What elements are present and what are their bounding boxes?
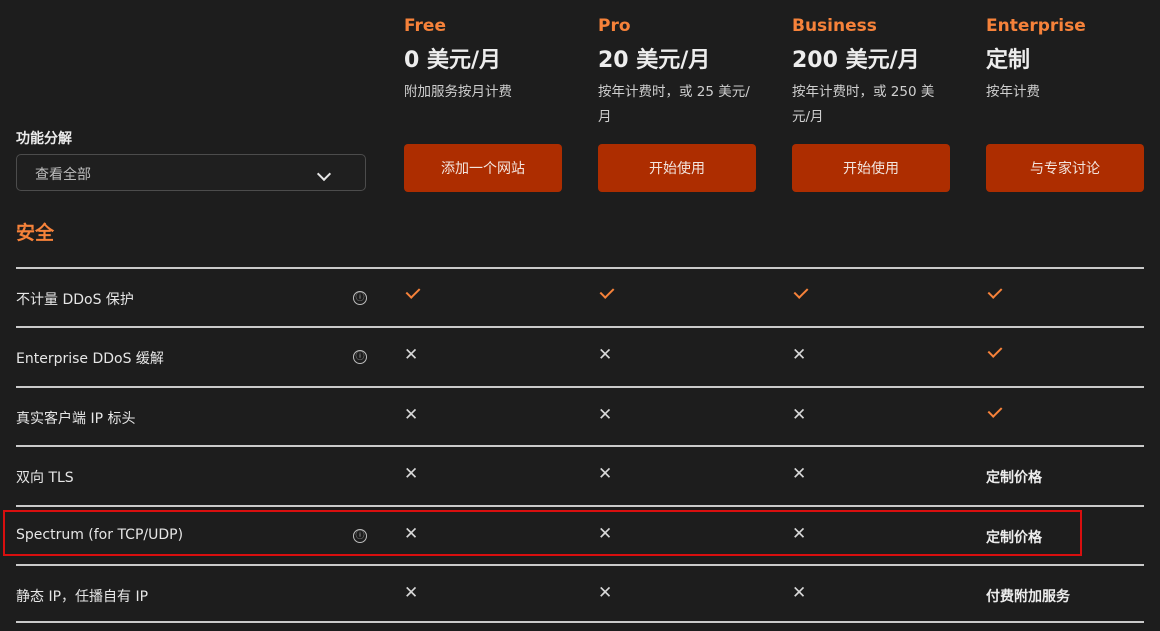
cross-icon: ✕	[792, 523, 807, 544]
plan-billing-note: 附加服务按月计费	[404, 84, 512, 100]
plan-name: Business	[792, 16, 877, 36]
plan-cell: ✕	[598, 406, 612, 424]
plan-cell: 定制价格	[986, 465, 1042, 487]
cross-icon: ✕	[404, 582, 419, 603]
feature-label: Enterprise DDoS 缓解	[16, 351, 164, 368]
feature-label: Spectrum (for TCP/UDP)	[16, 526, 184, 543]
cross-icon: ✕	[792, 464, 807, 485]
plan-price: 定制	[986, 48, 1031, 73]
plan-name: Enterprise	[986, 16, 1086, 36]
cross-icon: ✕	[404, 345, 419, 366]
section-title-security: 安全	[16, 222, 55, 244]
talk-to-expert-button[interactable]: 与专家讨论	[986, 144, 1144, 192]
feature-breakdown-label: 功能分解	[16, 131, 72, 147]
cross-icon: ✕	[792, 582, 807, 603]
get-started-pro-button[interactable]: 开始使用	[598, 144, 756, 192]
plan-cell: ✕	[792, 465, 806, 483]
check-icon	[793, 284, 809, 299]
plan-cell	[598, 284, 615, 299]
plan-cell: ✕	[792, 346, 806, 364]
table-row: Enterprise DDoS 缓解 ⓘ ✕ ✕ ✕	[16, 326, 1144, 385]
table-row: 静态 IP，任播自有 IP ✕ ✕ ✕ 付费附加服务	[16, 563, 1144, 624]
plan-cell: 定制价格	[986, 525, 1042, 547]
plan-cell	[792, 284, 809, 299]
cross-icon: ✕	[404, 464, 419, 485]
check-icon	[987, 343, 1003, 359]
plan-cell	[986, 402, 1003, 418]
plan-price: 0 美元/月	[404, 48, 502, 73]
cross-icon: ✕	[598, 404, 613, 425]
plan-cell: ✕	[598, 584, 612, 602]
plan-billing-note: 按年计费	[986, 84, 1040, 100]
plan-billing-note: 按年计费时，或 25 美元/月	[598, 84, 750, 125]
plan-cell: 付费附加服务	[986, 584, 1070, 606]
cross-icon: ✕	[404, 404, 419, 425]
plan-cell: ✕	[404, 465, 418, 483]
plan-cell: ✕	[404, 406, 418, 424]
info-icon[interactable]: ⓘ	[353, 350, 367, 365]
plan-billing-note: 按年计费时，或 250 美元/月	[792, 84, 935, 125]
table-row: 不计量 DDoS 保护 ⓘ	[16, 267, 1144, 326]
check-icon	[599, 284, 615, 299]
feature-table: 不计量 DDoS 保护 ⓘ Enterprise DDoS 缓解 ⓘ ✕ ✕ ✕ 真实客户端 …	[16, 267, 1144, 624]
info-icon[interactable]: ⓘ	[353, 291, 367, 305]
plan-price: 200 美元/月	[792, 48, 920, 73]
plan-cell: ✕	[598, 346, 612, 364]
add-site-button[interactable]: 添加一个网站	[404, 144, 562, 192]
plan-cell	[404, 284, 421, 299]
cross-icon: ✕	[598, 523, 613, 544]
info-icon[interactable]: ⓘ	[353, 528, 367, 543]
check-icon	[405, 284, 421, 299]
plan-cell: ✕	[792, 406, 806, 424]
table-row: Spectrum (for TCP/UDP) ⓘ ✕ ✕ ✕ 定制价格	[16, 504, 1144, 564]
plan-cell	[986, 343, 1003, 359]
plan-cell: ✕	[598, 465, 612, 483]
feature-filter-select[interactable]: 查看全部	[16, 154, 366, 191]
plan-cell	[986, 284, 1003, 299]
cross-icon: ✕	[598, 345, 613, 366]
check-icon	[987, 402, 1003, 418]
cross-icon: ✕	[404, 523, 419, 544]
table-row: 真实客户端 IP 标头 ✕ ✕ ✕	[16, 385, 1144, 445]
plan-name: Free	[404, 16, 446, 36]
cross-icon: ✕	[792, 404, 807, 425]
check-icon	[987, 284, 1003, 299]
plan-cell: ✕	[792, 525, 806, 543]
feature-label: 不计量 DDoS 保护	[16, 292, 134, 308]
plan-cell: ✕	[792, 584, 806, 602]
plan-cell: ✕	[404, 584, 418, 602]
plan-price: 20 美元/月	[598, 48, 711, 73]
feature-label: 真实客户端 IP 标头	[16, 410, 136, 427]
chevron-down-icon	[316, 166, 332, 182]
plan-cell: ✕	[598, 525, 612, 543]
plan-cell: ✕	[404, 525, 418, 543]
get-started-business-button[interactable]: 开始使用	[792, 144, 950, 192]
cross-icon: ✕	[598, 464, 613, 485]
cross-icon: ✕	[792, 345, 807, 366]
cell-text: 付费附加服务	[986, 588, 1070, 605]
table-row: 双向 TLS ✕ ✕ ✕ 定制价格	[16, 445, 1144, 504]
feature-label: 双向 TLS	[16, 470, 74, 487]
cross-icon: ✕	[598, 582, 613, 603]
feature-filter-value: 查看全部	[35, 167, 91, 183]
plan-cell: ✕	[404, 346, 418, 364]
cell-text: 定制价格	[986, 529, 1042, 546]
plan-name: Pro	[598, 16, 631, 36]
cell-text: 定制价格	[986, 470, 1042, 487]
feature-label: 静态 IP，任播自有 IP	[16, 588, 149, 605]
